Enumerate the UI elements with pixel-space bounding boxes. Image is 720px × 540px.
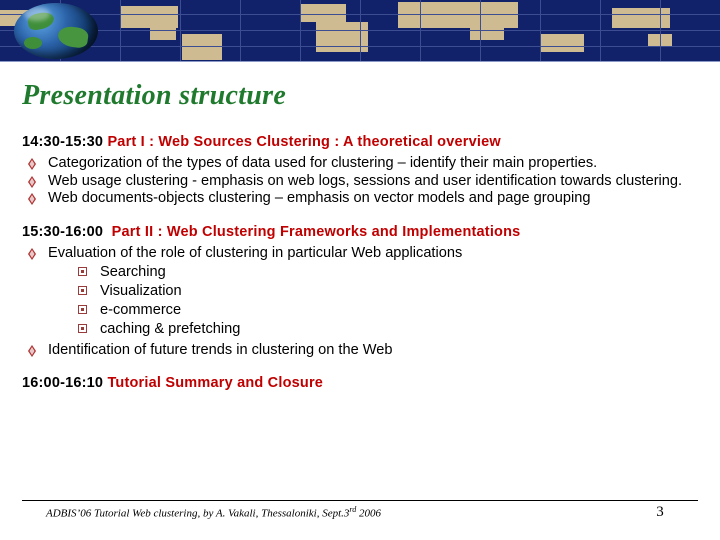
list-item: Web documents-objects clustering – empha…: [22, 190, 700, 207]
globe-continent-shape: [24, 37, 42, 49]
list-item: Identification of future trends in clust…: [22, 342, 700, 359]
list-item: Web usage clustering - emphasis on web l…: [22, 173, 700, 190]
section-heading: 15:30-16:00 Part II : Web Clustering Fra…: [22, 224, 700, 240]
grid-line-horizontal: [0, 30, 720, 31]
list-item-text: Categorization of the types of data used…: [48, 155, 598, 171]
page-title: Presentation structure: [22, 80, 287, 111]
grid-line-vertical: [480, 0, 481, 62]
sub-list-item: Searching: [78, 263, 700, 282]
landmass-north-america: [120, 6, 178, 28]
sub-list-item: Visualization: [78, 282, 700, 301]
list-item-text: Identification of future trends in clust…: [48, 341, 393, 358]
section-bullet-list: Categorization of the types of data used…: [22, 155, 700, 207]
grid-line-vertical: [420, 0, 421, 62]
square-bullet-icon: [78, 266, 87, 276]
world-map-graphic: [0, 0, 720, 62]
globe-logo-icon: [14, 3, 98, 59]
slide-header-banner: [0, 0, 720, 62]
section-bullet-list: Evaluation of the role of clustering in …: [22, 245, 700, 358]
landmass-india: [470, 26, 504, 40]
footer-divider: [22, 500, 698, 501]
banner-bottom-rule: [0, 61, 720, 62]
section-heading-text: Tutorial Summary and Closure: [107, 375, 324, 392]
grid-line-vertical: [360, 0, 361, 62]
agenda-section: 14:30-15:30 Part I : Web Sources Cluster…: [22, 134, 700, 207]
section-heading: 14:30-15:30 Part I : Web Sources Cluster…: [22, 134, 700, 150]
diamond-bullet-icon: [26, 247, 38, 261]
square-bullet-icon: [78, 285, 87, 295]
sub-bullet-list: Searching Visualization e-commerce cachi…: [48, 263, 700, 340]
diamond-bullet-icon: [26, 192, 38, 206]
sub-list-item-text: e-commerce: [100, 302, 182, 318]
globe-continent-shape: [56, 25, 90, 49]
section-time: 16:00-16:10: [22, 375, 104, 392]
landmass-south-america: [182, 34, 222, 60]
list-item-text: Web usage clustering - emphasis on web l…: [48, 172, 683, 189]
section-heading-text: Part I : Web Sources Clustering : A theo…: [107, 134, 501, 150]
section-heading-text: Part II : Web Clustering Frameworks and …: [111, 223, 521, 240]
footer-citation-year: 2006: [356, 507, 381, 520]
agenda-section: 15:30-16:00 Part II : Web Clustering Fra…: [22, 224, 700, 358]
agenda-section: 16:00-16:10 Tutorial Summary and Closure: [22, 375, 700, 391]
list-item-text: Web documents-objects clustering – empha…: [48, 190, 591, 207]
landmass-pacific-east: [612, 8, 670, 28]
list-item: Categorization of the types of data used…: [22, 155, 700, 172]
globe-highlight: [24, 7, 50, 21]
grid-line-vertical: [540, 0, 541, 62]
list-item: Evaluation of the role of clustering in …: [22, 245, 700, 340]
diamond-bullet-icon: [26, 157, 38, 171]
section-time: 15:30-16:00: [22, 223, 104, 240]
slide-body: 14:30-15:30 Part I : Web Sources Cluster…: [22, 134, 700, 396]
landmass-asia: [398, 2, 518, 28]
square-bullet-icon: [78, 305, 87, 314]
sub-list-item: caching & prefetching: [78, 320, 700, 339]
grid-line-vertical: [600, 0, 601, 62]
landmass-australia: [540, 34, 584, 52]
grid-line-horizontal: [0, 14, 720, 15]
sub-list-item-text: Searching: [100, 263, 166, 280]
page-number: 3: [656, 504, 664, 520]
sub-list-item-text: Visualization: [100, 282, 182, 299]
square-bullet-icon: [78, 324, 87, 334]
sub-list-item: e-commerce: [78, 301, 700, 320]
grid-line-vertical: [300, 0, 301, 62]
section-heading: 16:00-16:10 Tutorial Summary and Closure: [22, 375, 700, 391]
grid-line-vertical: [120, 0, 121, 62]
diamond-bullet-icon: [26, 175, 38, 189]
footer-citation: ADBIS’06 Tutorial Web clustering, by A. …: [46, 505, 646, 520]
grid-line-vertical: [240, 0, 241, 62]
sub-list-item-text: caching & prefetching: [100, 321, 241, 338]
grid-line-horizontal: [0, 46, 720, 47]
section-time: 14:30-15:30: [22, 134, 104, 150]
landmass-europe: [300, 4, 346, 22]
grid-line-vertical: [180, 0, 181, 62]
grid-line-vertical: [660, 0, 661, 62]
footer-citation-main: ADBIS’06 Tutorial Web clustering, by A. …: [46, 507, 350, 520]
list-item-text: Evaluation of the role of clustering in …: [48, 244, 463, 261]
diamond-bullet-icon: [26, 344, 38, 358]
